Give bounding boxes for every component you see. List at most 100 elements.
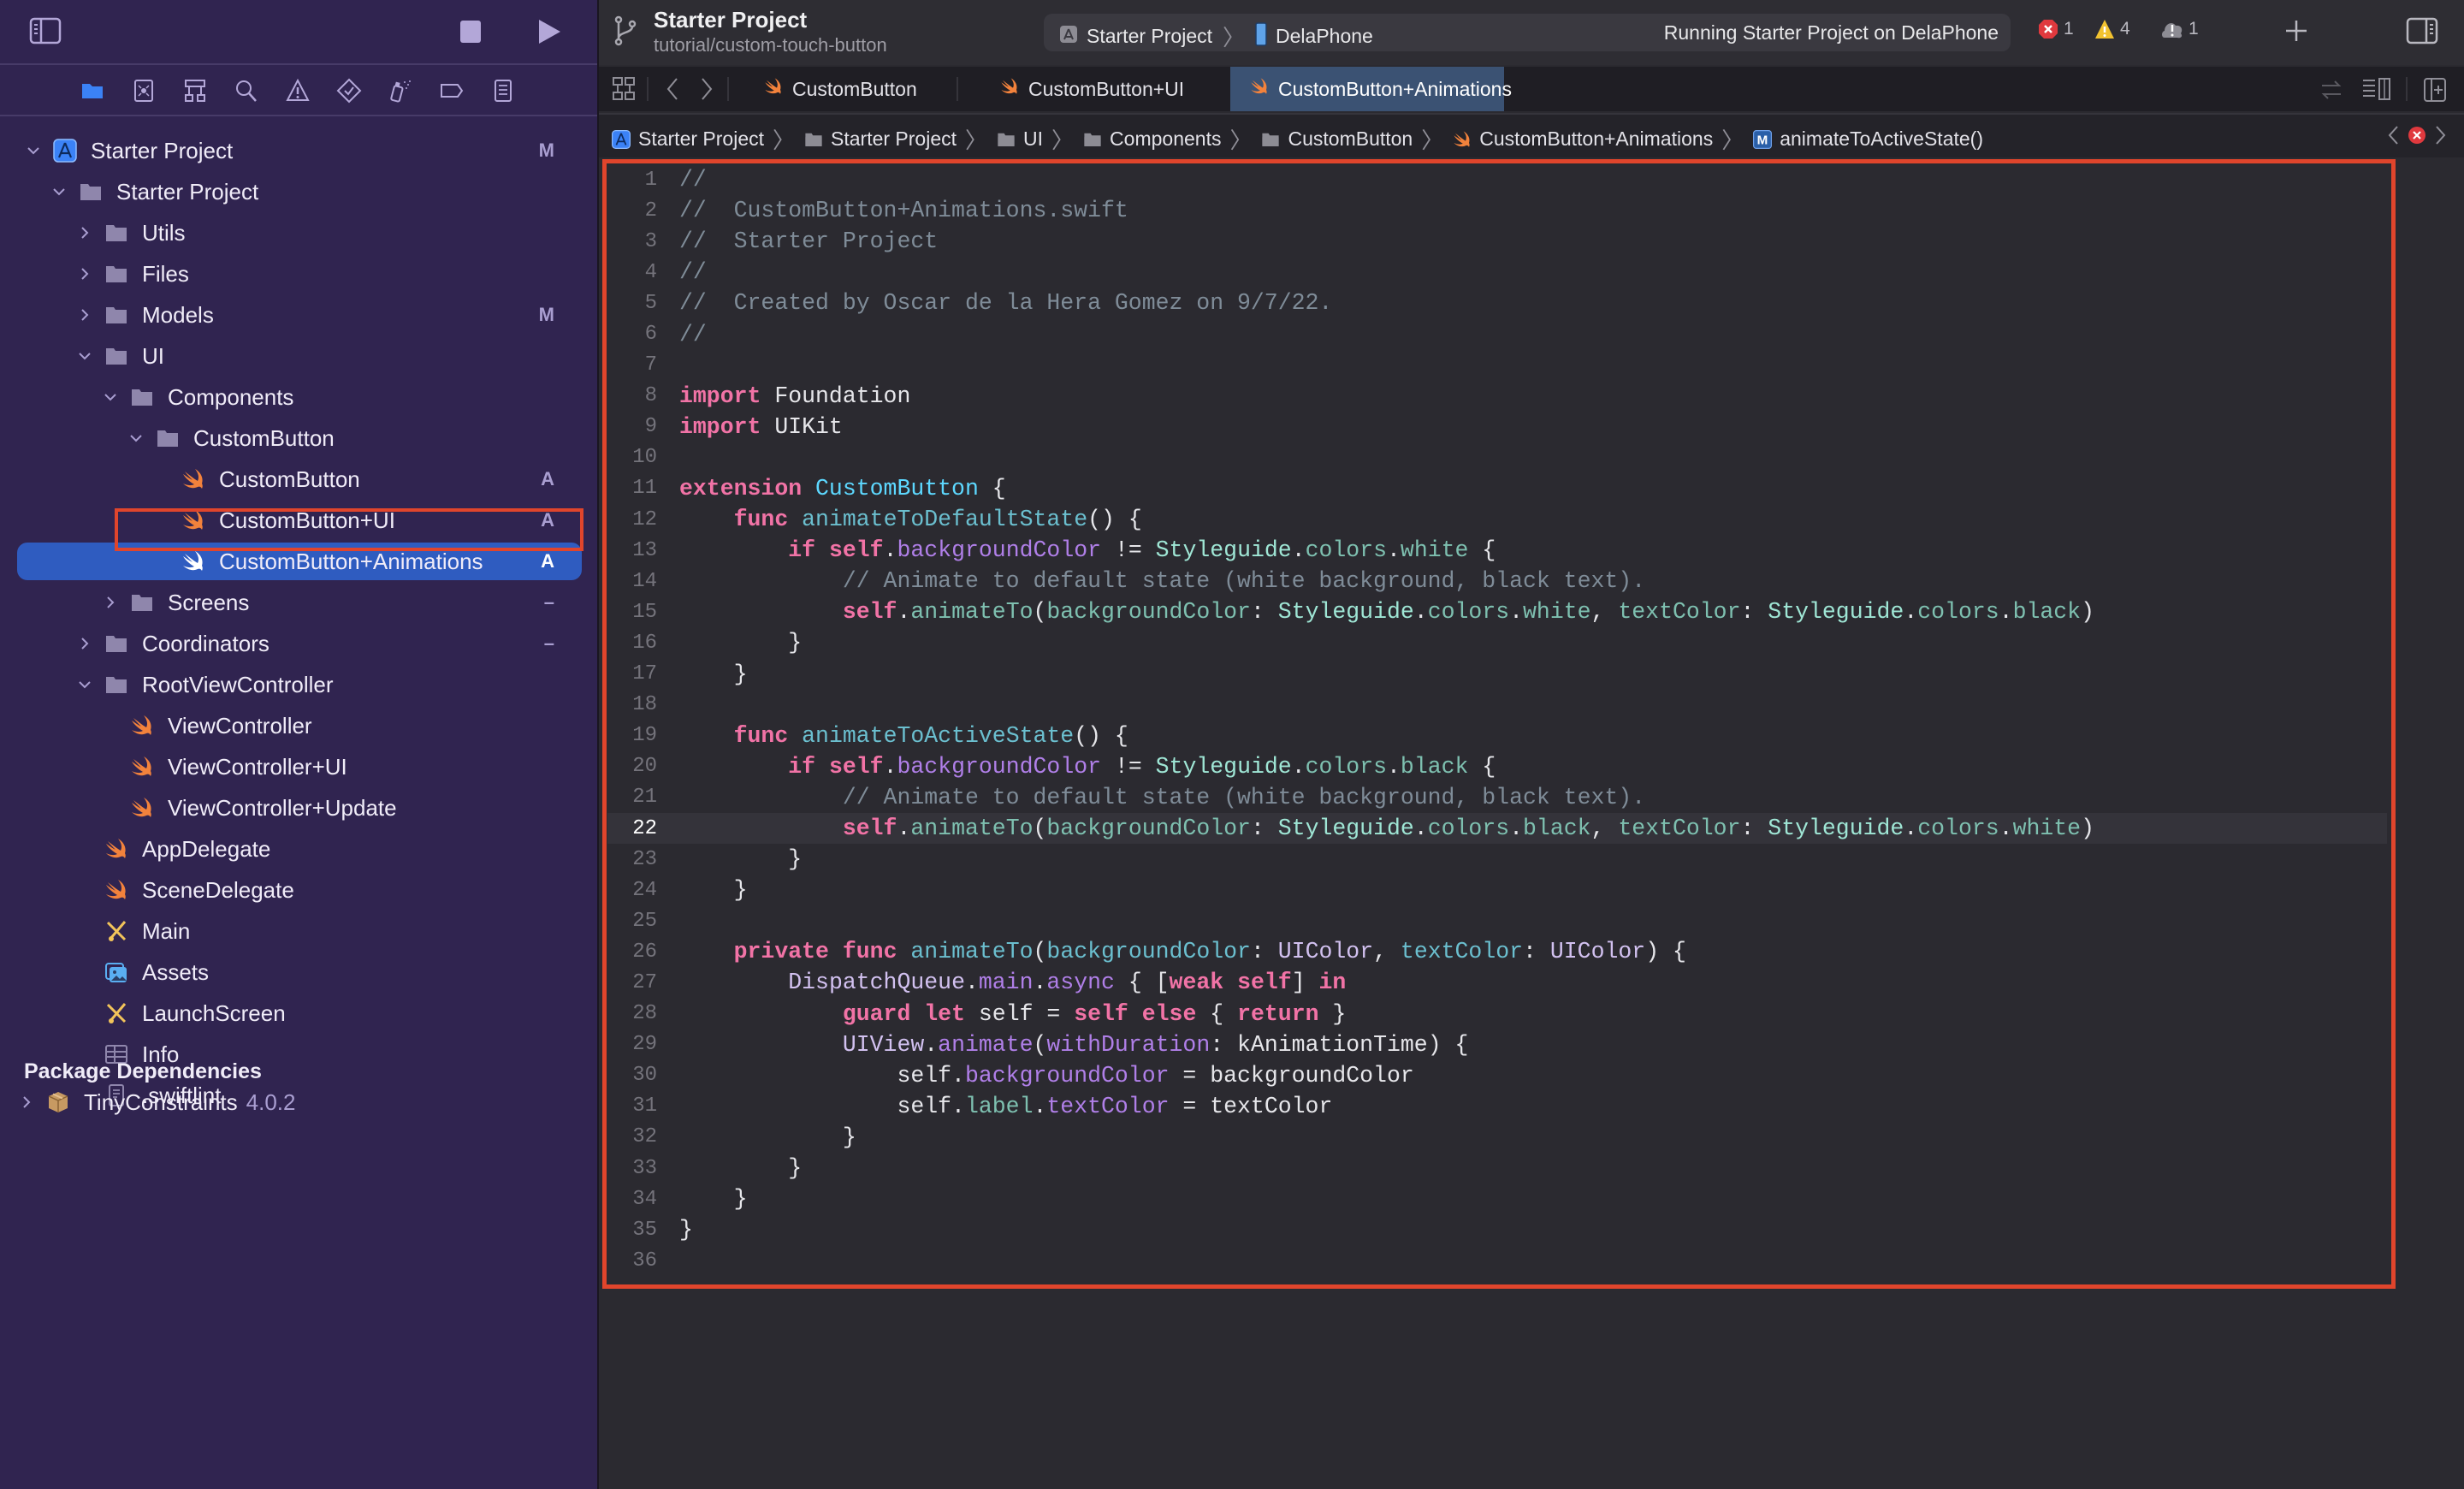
editor-tab[interactable]: CustomButton xyxy=(744,67,936,111)
branch-name[interactable]: tutorial/custom-touch-button xyxy=(654,34,887,56)
back-icon[interactable] xyxy=(666,77,679,105)
chevron-down-icon[interactable] xyxy=(75,347,94,365)
stop-icon[interactable] xyxy=(460,21,481,47)
code-view[interactable]: 1 // 2 // CustomButton+Animations.swift 3 // … xyxy=(607,164,2387,1276)
line-number[interactable]: 9 xyxy=(607,415,669,438)
runtime-issue-count[interactable]: 1 xyxy=(2161,19,2199,39)
line-number[interactable]: 22 xyxy=(607,817,669,840)
code-line[interactable]: 15 self.animateTo(backgroundColor: Style… xyxy=(607,596,2387,627)
add-editor-icon[interactable] xyxy=(2423,77,2447,107)
editor-tab[interactable]: CustomButton+UI xyxy=(980,67,1203,111)
tree-item[interactable]: LaunchScreen xyxy=(17,994,582,1032)
chevron-down-icon[interactable] xyxy=(50,182,68,201)
tab-test-navigator[interactable] xyxy=(334,75,364,106)
tree-item[interactable]: CustomButton+UI A xyxy=(17,501,582,539)
line-number[interactable]: 32 xyxy=(607,1125,669,1148)
add-icon[interactable] xyxy=(2284,19,2308,47)
breadcrumb-item[interactable]: M animateToActiveState() xyxy=(1752,128,1983,151)
tab-source-control-navigator[interactable] xyxy=(128,75,159,106)
package-item[interactable]: TinyConstraints 4.0.2 xyxy=(17,1083,582,1121)
code-line[interactable]: 31 self.label.textColor = textColor xyxy=(607,1091,2387,1122)
line-number[interactable]: 19 xyxy=(607,724,669,747)
tree-item[interactable]: Screens – xyxy=(17,584,582,621)
code-line[interactable]: 35} xyxy=(607,1214,2387,1245)
line-number[interactable]: 5 xyxy=(607,292,669,315)
project-title[interactable]: Starter Project xyxy=(654,7,807,33)
line-number[interactable]: 33 xyxy=(607,1157,669,1180)
code-line[interactable]: 6 // xyxy=(607,318,2387,349)
line-number[interactable]: 18 xyxy=(607,693,669,716)
code-line[interactable]: 24 } xyxy=(607,875,2387,905)
code-line[interactable]: 14 // Animate to default state (white ba… xyxy=(607,566,2387,596)
tab-symbol-navigator[interactable] xyxy=(180,75,210,106)
code-line[interactable]: 3 // Starter Project xyxy=(607,226,2387,257)
tab-find-navigator[interactable] xyxy=(231,75,262,106)
tree-item[interactable]: ViewController+Update xyxy=(17,789,582,827)
previous-issue-icon[interactable] xyxy=(2387,125,2399,150)
related-items-icon[interactable] xyxy=(613,77,635,105)
tree-item[interactable]: ViewController+UI xyxy=(17,748,582,786)
code-line[interactable]: 8 import Foundation xyxy=(607,381,2387,412)
code-line[interactable]: 34 } xyxy=(607,1183,2387,1214)
line-number[interactable]: 27 xyxy=(607,971,669,994)
line-number[interactable]: 24 xyxy=(607,879,669,902)
line-number[interactable]: 17 xyxy=(607,662,669,685)
line-number[interactable]: 34 xyxy=(607,1188,669,1211)
breadcrumb-item[interactable]: UI xyxy=(996,128,1043,151)
line-number[interactable]: 15 xyxy=(607,601,669,624)
chevron-right-icon[interactable] xyxy=(101,593,120,612)
line-number[interactable]: 31 xyxy=(607,1095,669,1118)
tree-item[interactable]: Models M xyxy=(17,296,582,334)
error-icon[interactable] xyxy=(2408,126,2426,149)
warning-count[interactable]: 4 xyxy=(2094,19,2130,39)
line-number[interactable]: 29 xyxy=(607,1033,669,1056)
code-line[interactable]: 22 self.animateTo(backgroundColor: Style… xyxy=(607,812,2387,845)
run-icon[interactable] xyxy=(537,19,561,49)
line-number[interactable]: 13 xyxy=(607,539,669,562)
code-line[interactable]: 18 xyxy=(607,690,2387,721)
line-number[interactable]: 25 xyxy=(607,910,669,933)
code-line[interactable]: 1 // xyxy=(607,164,2387,195)
code-line[interactable]: 11 extension CustomButton { xyxy=(607,473,2387,504)
code-line[interactable]: 36 xyxy=(607,1245,2387,1276)
code-line[interactable]: 10 xyxy=(607,442,2387,473)
line-number[interactable]: 23 xyxy=(607,848,669,871)
code-line[interactable]: 19 func animateToActiveState() { xyxy=(607,721,2387,751)
tab-debug-navigator[interactable] xyxy=(385,75,416,106)
tree-item[interactable]: CustomButton xyxy=(17,419,582,457)
error-count[interactable]: 1 xyxy=(2038,19,2074,39)
breadcrumb-item[interactable]: Starter Project xyxy=(803,128,957,151)
tree-item[interactable]: UI xyxy=(17,337,582,375)
chevron-right-icon[interactable] xyxy=(17,1093,36,1112)
breadcrumb-item[interactable]: CustomButton+Animations xyxy=(1452,128,1713,151)
code-line[interactable]: 20 if self.backgroundColor != Styleguide… xyxy=(607,751,2387,782)
breadcrumb-item[interactable]: CustomButton xyxy=(1260,128,1413,151)
line-number[interactable]: 10 xyxy=(607,446,669,469)
line-number[interactable]: 4 xyxy=(607,261,669,284)
tree-item[interactable]: CustomButton+Animations A xyxy=(17,543,582,580)
tab-breakpoint-navigator[interactable] xyxy=(436,75,467,106)
chevron-right-icon[interactable] xyxy=(75,264,94,283)
code-line[interactable]: 16 } xyxy=(607,627,2387,658)
tab-project-navigator[interactable] xyxy=(77,75,108,106)
chevron-down-icon[interactable] xyxy=(75,675,94,694)
code-line[interactable]: 23 } xyxy=(607,844,2387,875)
line-number[interactable]: 16 xyxy=(607,632,669,655)
chevron-right-icon[interactable] xyxy=(75,634,94,653)
breadcrumb-item[interactable]: Components xyxy=(1082,128,1221,151)
code-line[interactable]: 17 } xyxy=(607,659,2387,690)
tree-item[interactable]: Coordinators – xyxy=(17,625,582,662)
toggle-inspector-icon[interactable] xyxy=(2406,17,2438,49)
code-line[interactable]: 7 xyxy=(607,350,2387,381)
editor-options-icon[interactable] xyxy=(2361,77,2392,105)
code-line[interactable]: 25 xyxy=(607,905,2387,936)
chevron-down-icon[interactable] xyxy=(24,141,43,160)
line-number[interactable]: 7 xyxy=(607,353,669,377)
tree-item[interactable]: Main xyxy=(17,912,582,950)
line-number[interactable]: 14 xyxy=(607,570,669,593)
line-number[interactable]: 20 xyxy=(607,755,669,778)
code-line[interactable]: 13 if self.backgroundColor != Styleguide… xyxy=(607,535,2387,566)
tree-item[interactable]: Utils xyxy=(17,214,582,252)
line-number[interactable]: 3 xyxy=(607,230,669,253)
line-number[interactable]: 28 xyxy=(607,1002,669,1025)
